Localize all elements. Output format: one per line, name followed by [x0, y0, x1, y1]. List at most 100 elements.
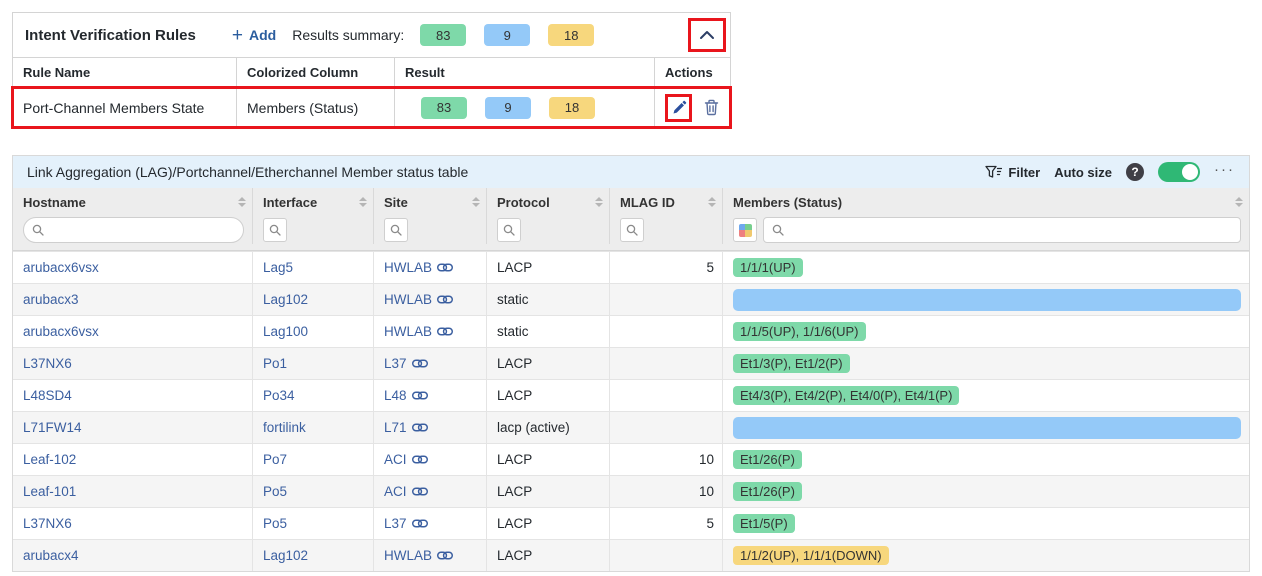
sort-icon[interactable]	[595, 197, 603, 207]
interface-search-button[interactable]	[263, 218, 287, 242]
column-header-members-status[interactable]: Members (Status)	[723, 188, 1249, 216]
interface-link[interactable]: Lag5	[263, 260, 293, 275]
interface-link[interactable]: Po5	[263, 516, 287, 531]
add-rule-button[interactable]: + Add	[232, 26, 276, 45]
sort-icon[interactable]	[472, 197, 480, 207]
site-link[interactable]: HWLAB	[384, 260, 432, 275]
sort-icon[interactable]	[1235, 197, 1243, 207]
sort-icon[interactable]	[708, 197, 716, 207]
site-link[interactable]: L37	[384, 356, 407, 371]
interface-link[interactable]: Lag102	[263, 548, 308, 563]
interface-link[interactable]: Lag102	[263, 292, 308, 307]
more-menu-button[interactable]: ···	[1214, 162, 1235, 183]
pencil-icon	[671, 100, 687, 116]
hostname-search-input[interactable]	[23, 217, 244, 243]
protocol-value: static	[487, 316, 610, 347]
sort-icon[interactable]	[359, 197, 367, 207]
mlag-filter-cell	[610, 216, 723, 244]
column-header-protocol[interactable]: Protocol	[487, 188, 610, 216]
site-link[interactable]: L37	[384, 516, 407, 531]
interface-link[interactable]: Po34	[263, 388, 295, 403]
hostname-link[interactable]: L37NX6	[23, 516, 72, 531]
rules-table-body: Port-Channel Members State Members (Stat…	[13, 88, 730, 127]
table-row[interactable]: L48SD4 Po34 L48 LACP Et4/3(P), Et4/2(P),…	[13, 379, 1249, 411]
site-search-button[interactable]	[384, 218, 408, 242]
collapse-panel-button[interactable]	[688, 18, 726, 52]
edit-rule-button[interactable]	[665, 94, 692, 122]
site-link[interactable]: HWLAB	[384, 324, 432, 339]
hostname-link[interactable]: L71FW14	[23, 420, 82, 435]
members-status-pill: 1/1/2(UP), 1/1/1(DOWN)	[733, 546, 889, 565]
hostname-link[interactable]: Leaf-102	[23, 452, 76, 467]
column-header-mlag-id[interactable]: MLAG ID	[610, 188, 723, 216]
column-header-interface[interactable]: Interface	[253, 188, 374, 216]
interface-link[interactable]: Po1	[263, 356, 287, 371]
mlag-id-value	[610, 540, 723, 571]
members-search-input[interactable]	[763, 217, 1241, 243]
column-header-site[interactable]: Site	[374, 188, 487, 216]
members-status-pill: 1/1/5(UP), 1/1/6(UP)	[733, 322, 866, 341]
auto-size-toggle[interactable]	[1158, 162, 1200, 182]
site-link[interactable]: L71	[384, 420, 407, 435]
table-row[interactable]: L37NX6 Po5 L37 LACP 5 Et1/5(P)	[13, 507, 1249, 539]
site-link[interactable]: HWLAB	[384, 292, 432, 307]
chain-link-icon	[412, 359, 428, 368]
interface-link[interactable]: Po7	[263, 452, 287, 467]
table-column-header: Hostname Interface Site Protocol MLAG ID…	[13, 188, 1249, 251]
hostname-filter-cell	[13, 216, 253, 244]
delete-rule-button[interactable]	[704, 99, 719, 116]
table-row[interactable]: arubacx3 Lag102 HWLAB static	[13, 283, 1249, 315]
column-header-hostname[interactable]: Hostname	[13, 188, 253, 216]
chain-link-icon	[412, 455, 428, 464]
rule-table-row[interactable]: Port-Channel Members State Members (Stat…	[13, 88, 730, 127]
members-status-pill: Et1/26(P)	[733, 482, 802, 501]
table-row[interactable]: arubacx6vsx Lag100 HWLAB static 1/1/5(UP…	[13, 315, 1249, 347]
rule-result-badges: 83918	[421, 97, 595, 119]
colorize-button[interactable]	[733, 218, 757, 242]
table-row[interactable]: L37NX6 Po1 L37 LACP Et1/3(P), Et1/2(P)	[13, 347, 1249, 379]
mlag-id-value	[610, 316, 723, 347]
chevron-up-icon	[698, 29, 716, 41]
table-row[interactable]: arubacx6vsx Lag5 HWLAB LACP 5 1/1/1(UP)	[13, 251, 1249, 283]
results-summary-label: Results summary:	[292, 27, 404, 43]
table-row[interactable]: arubacx4 Lag102 HWLAB LACP 1/1/2(UP), 1/…	[13, 539, 1249, 571]
hostname-link[interactable]: L48SD4	[23, 388, 72, 403]
members-status-pill	[733, 417, 1241, 439]
members-status-pill: Et1/5(P)	[733, 514, 795, 533]
interface-link[interactable]: fortilink	[263, 420, 306, 435]
site-link[interactable]: ACI	[384, 484, 407, 499]
results-summary-badges: 83918	[420, 24, 594, 46]
protocol-value: static	[487, 284, 610, 315]
table-row[interactable]: Leaf-101 Po5 ACI LACP 10 Et1/26(P)	[13, 475, 1249, 507]
hostname-link[interactable]: arubacx6vsx	[23, 260, 99, 275]
hostname-link[interactable]: arubacx3	[23, 292, 79, 307]
toggle-knob	[1182, 164, 1198, 180]
protocol-search-button[interactable]	[497, 218, 521, 242]
mlag-search-button[interactable]	[620, 218, 644, 242]
intent-verification-rules-panel: Intent Verification Rules + Add Results …	[12, 12, 731, 128]
hostname-link[interactable]: L37NX6	[23, 356, 72, 371]
help-icon[interactable]: ?	[1126, 163, 1144, 181]
table-row[interactable]: Leaf-102 Po7 ACI LACP 10 Et1/26(P)	[13, 443, 1249, 475]
rules-panel-title: Intent Verification Rules	[25, 27, 196, 44]
result-count-badge: 83	[421, 97, 467, 119]
mlag-id-value	[610, 348, 723, 379]
site-link[interactable]: HWLAB	[384, 548, 432, 563]
table-row[interactable]: L71FW14 fortilink L71 lacp (active)	[13, 411, 1249, 443]
hostname-link[interactable]: arubacx4	[23, 548, 79, 563]
interface-link[interactable]: Lag100	[263, 324, 308, 339]
members-status-pill	[733, 289, 1241, 311]
hostname-link[interactable]: arubacx6vsx	[23, 324, 99, 339]
interface-link[interactable]: Po5	[263, 484, 287, 499]
search-icon	[772, 224, 784, 236]
site-link[interactable]: L48	[384, 388, 407, 403]
mlag-id-value	[610, 380, 723, 411]
search-icon	[626, 224, 638, 236]
site-link[interactable]: ACI	[384, 452, 407, 467]
mlag-id-value: 10	[610, 476, 723, 507]
filter-button[interactable]: Filter	[985, 165, 1040, 180]
sort-icon[interactable]	[238, 197, 246, 207]
members-status-pill: Et1/3(P), Et1/2(P)	[733, 354, 850, 373]
hostname-link[interactable]: Leaf-101	[23, 484, 76, 499]
chain-link-icon	[437, 551, 453, 560]
